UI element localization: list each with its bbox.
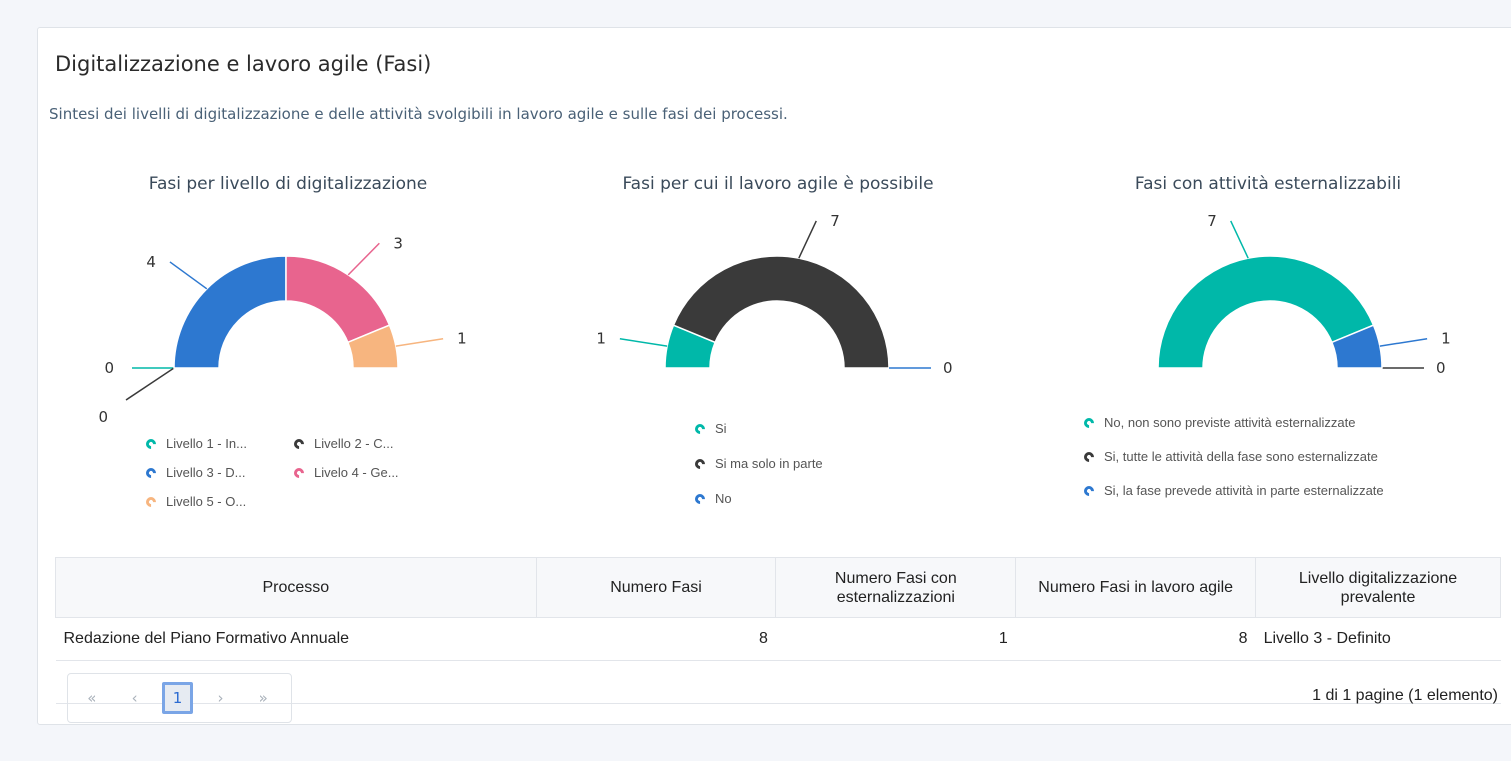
col-header-lavoro-agile[interactable]: Numero Fasi in lavoro agile [1015,557,1257,618]
chart-1-label-2: 0 [98,408,108,426]
legend-item[interactable]: Si, la fase prevede attività in parte es… [1081,483,1384,498]
chart-1-leader-4 [347,242,380,276]
chart-2-label-1: 1 [596,330,606,348]
cell-livello: Livello 3 - Definito [1255,617,1501,661]
legend-ring-icon [291,436,307,451]
legend-ring-icon [1081,415,1097,430]
pager-info: 1 di 1 pagine (1 elemento) [1312,687,1498,704]
legend-label: Si, tutte le attività della fase sono es… [1104,449,1378,464]
legend-ring-icon [692,456,708,471]
legend-label: Livello 5 - O... [166,494,247,509]
legend-ring-icon [291,465,307,480]
chart-1-leader-5 [395,337,444,347]
legend-ring-icon [1081,449,1097,464]
chart-1-slice-3 [173,255,287,369]
legend-label: No [715,491,732,506]
cell-numero-fasi: 8 [536,617,776,661]
chart-1-slice-4 [285,255,391,344]
next-page-button[interactable]: › [206,682,236,714]
legend-ring-icon [692,491,708,506]
chart-3-leader-1 [1230,220,1249,259]
col-header-livello[interactable]: Livello digitalizzazione prevalente [1255,557,1501,618]
legend-item[interactable]: Livello 5 - O... [143,494,247,509]
legend-label: Si [715,421,727,436]
chart-1-label-4: 3 [393,234,403,252]
chart-3-label-3: 1 [1441,330,1451,348]
legend-label: Livelo 4 - Ge... [314,465,399,480]
legend-item[interactable]: Si, tutte le attività della fase sono es… [1081,449,1378,464]
legend-item[interactable]: Livelo 4 - Ge... [291,465,399,480]
legend-label: Si ma solo in parte [715,456,823,471]
legend-item[interactable]: Livello 2 - C... [291,436,394,451]
cell-lavoro-agile: 8 [1015,617,1256,661]
legend-ring-icon [143,436,159,451]
chart-1-leader-3 [169,261,208,290]
chart-2-leader-1 [619,337,668,347]
chart-1-leader-2 [125,367,175,401]
chart-3-leader-3 [1379,337,1428,347]
legend-ring-icon [143,465,159,480]
first-page-button[interactable]: « [77,682,107,714]
legend-label: No, non sono previste attività esternali… [1104,415,1356,430]
legend-label: Livello 2 - C... [314,436,394,451]
col-header-processo[interactable]: Processo [55,557,537,618]
legend-item[interactable]: Livello 3 - D... [143,465,246,480]
chart-2-label-3: 0 [943,359,953,377]
last-page-button[interactable]: » [248,682,278,714]
prev-page-button[interactable]: ‹ [120,682,150,714]
legend-item[interactable]: No, non sono previste attività esternali… [1081,415,1356,430]
page-1-button[interactable]: 1 [162,682,193,714]
chart-2-label-2: 7 [830,212,840,230]
cell-processo: Redazione del Piano Formativo Annuale [55,617,537,661]
table-row[interactable]: Redazione del Piano Formativo Annuale 8 … [55,617,1501,661]
legend-item[interactable]: Si [692,421,727,436]
digitalization-card: Digitalizzazione e lavoro agile (Fasi) S… [37,27,1511,725]
legend-ring-icon [1081,483,1097,498]
legend-item[interactable]: Si ma solo in parte [692,456,823,471]
legend-item[interactable]: Livello 1 - In... [143,436,247,451]
chart-1-label-5: 1 [457,330,467,348]
chart-2-leader-2 [798,220,817,259]
legend-ring-icon [692,421,708,436]
pagination: « ‹ 1 › » [67,673,292,723]
chart-1-label-1: 0 [104,359,114,377]
cell-esternalizzazioni: 1 [775,617,1016,661]
legend-label: Si, la fase prevede attività in parte es… [1104,483,1384,498]
legend-label: Livello 1 - In... [166,436,247,451]
chart-1-label-3: 4 [146,253,156,271]
col-header-numero-fasi[interactable]: Numero Fasi [535,557,777,618]
legend-ring-icon [143,494,159,509]
chart-3-label-1: 7 [1207,212,1217,230]
legend-item[interactable]: No [692,491,732,506]
chart-3-label-2: 0 [1436,359,1446,377]
table-header-row: Processo Numero Fasi Numero Fasi con est… [55,557,1501,618]
legend-label: Livello 3 - D... [166,465,246,480]
col-header-esternalizzazioni[interactable]: Numero Fasi con esternalizzazioni [775,557,1017,618]
